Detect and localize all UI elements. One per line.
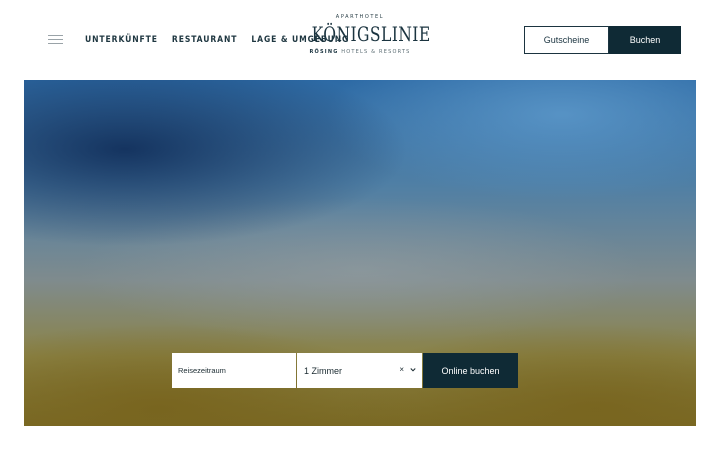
vouchers-button[interactable]: Gutscheine [524, 26, 609, 54]
hamburger-icon[interactable] [48, 35, 63, 45]
nav-item-restaurant[interactable]: RESTAURANT [172, 35, 237, 45]
hamburger-line [48, 39, 63, 40]
hero-image: Reisezeitraum 1 Zimmer × Online buchen [24, 80, 696, 426]
logo-brand-rest: HOTELS & RESORTS [338, 49, 411, 55]
rooms-value: 1 Zimmer [304, 365, 342, 376]
logo-brand-bold: RÖSING [309, 49, 339, 55]
online-book-button[interactable]: Online buchen [423, 353, 518, 388]
travel-period-label: Reisezeitraum [178, 366, 226, 375]
nav-item-unterkuenfte[interactable]: UNTERKÜNFTE [85, 35, 158, 45]
rooms-select[interactable]: 1 Zimmer × [297, 353, 422, 388]
hamburger-line [48, 35, 63, 36]
logo-overline: APARTHOTEL [335, 14, 385, 20]
logo-brand-line: RÖSING HOTELS & RESORTS [298, 47, 422, 57]
logo-wordmark: KÖNIGSLINIE [311, 22, 431, 46]
site-header: UNTERKÜNFTE RESTAURANT LAGE & UMGEBUNG A… [0, 0, 720, 80]
logo[interactable]: APARTHOTEL KÖNIGSLINIE RÖSING HOTELS & R… [298, 14, 431, 68]
close-icon[interactable]: × [399, 365, 404, 374]
hamburger-line [48, 43, 63, 44]
travel-period-field[interactable]: Reisezeitraum [172, 353, 296, 388]
chevron-down-icon[interactable] [410, 367, 416, 373]
booking-bar: Reisezeitraum 1 Zimmer × Online buchen [172, 353, 518, 388]
book-button[interactable]: Buchen [609, 26, 681, 54]
